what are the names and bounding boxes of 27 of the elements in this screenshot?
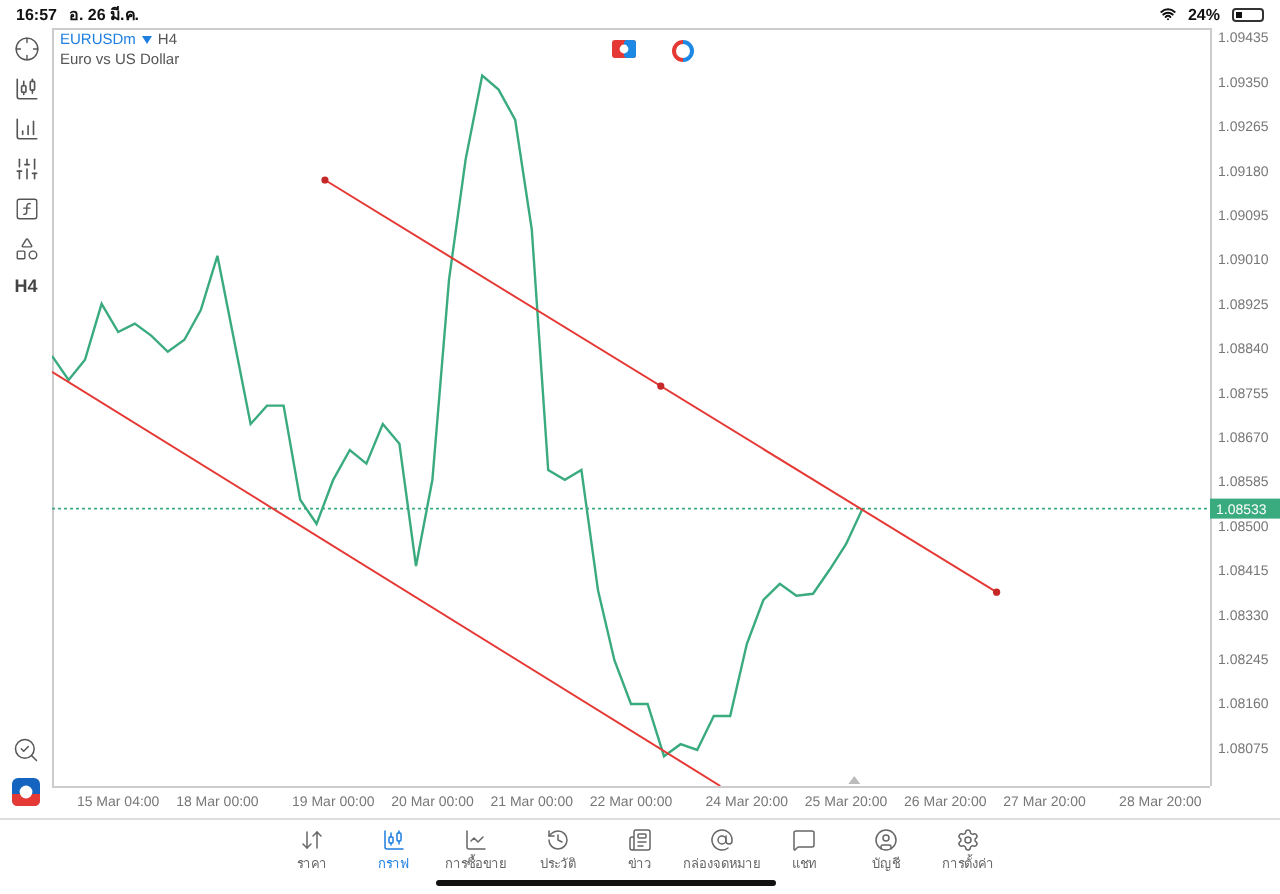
scroll-marker-icon[interactable] (848, 776, 861, 784)
candlestick-icon (382, 828, 406, 852)
status-date: อ. 26 มี.ค. (68, 3, 139, 27)
trade-icon[interactable] (612, 40, 636, 58)
battery-percent: 24% (1187, 5, 1220, 23)
at-sign-icon (710, 828, 734, 852)
settings-icon (956, 828, 980, 852)
history-icon (546, 828, 570, 852)
bar-chart-icon[interactable] (13, 116, 39, 142)
candlestick-icon[interactable] (13, 76, 39, 102)
sort-arrows-icon (300, 828, 324, 852)
timeframe-button[interactable]: H4 (14, 276, 38, 296)
line-chart-icon (464, 828, 488, 852)
shapes-icon[interactable] (13, 236, 39, 262)
status-time: 16:57 (16, 5, 57, 23)
function-icon[interactable] (13, 196, 39, 222)
user-icon (874, 828, 898, 852)
one-click-icon[interactable] (672, 40, 694, 62)
dropdown-icon[interactable] (141, 36, 152, 44)
wifi-icon (1159, 6, 1176, 22)
newspaper-icon (628, 828, 652, 852)
crosshair-icon[interactable] (13, 36, 39, 62)
chat-icon (792, 828, 816, 852)
app-logo-icon[interactable] (12, 778, 40, 806)
battery-icon (1232, 7, 1264, 21)
sliders-icon[interactable] (13, 156, 39, 182)
search-chart-icon[interactable] (12, 736, 40, 764)
